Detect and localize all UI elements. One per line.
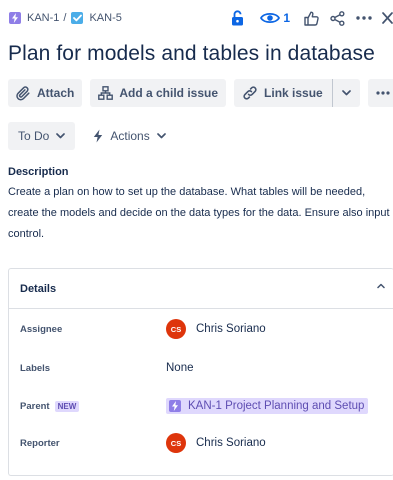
link-icon (243, 86, 257, 100)
link-issue-button[interactable]: Link issue (234, 79, 332, 107)
avatar: CS (166, 319, 186, 339)
add-child-issue-label: Add a child issue (119, 86, 219, 100)
labels-row: Labels None (20, 356, 194, 380)
status-label: To Do (18, 129, 50, 143)
actions-label: Actions (110, 129, 150, 143)
breadcrumb: KAN-1 / KAN-5 (9, 12, 122, 24)
actions-dropdown[interactable]: Actions (87, 122, 171, 150)
lock-icon[interactable] (231, 8, 244, 28)
assignee-name: Chris Soriano (196, 323, 266, 335)
labels-value[interactable]: None (166, 362, 194, 374)
description-heading: Description (8, 166, 69, 178)
watch-count: 1 (283, 11, 290, 25)
description-text[interactable]: Create a plan on how to set up the datab… (8, 182, 390, 245)
parent-label-group: Parent NEW (20, 400, 166, 412)
issue-title[interactable]: Plan for models and tables in database (8, 42, 375, 66)
attach-label: Attach (37, 86, 75, 100)
reporter-label: Reporter (20, 437, 60, 449)
thumbs-up-icon[interactable] (304, 8, 319, 28)
epic-icon (169, 400, 181, 412)
chevron-down-icon (156, 133, 166, 139)
assignee-value[interactable]: CS Chris Soriano (166, 319, 266, 339)
details-heading: Details (20, 282, 57, 295)
add-child-issue-button[interactable]: Add a child issue (90, 79, 227, 107)
issue-header-bar: KAN-1 / KAN-5 1 (9, 8, 393, 28)
parent-label: Parent (20, 400, 50, 412)
paperclip-icon (16, 85, 30, 100)
parent-value[interactable]: KAN-1 Project Planning and Setup (156, 398, 369, 414)
lightning-icon (94, 129, 103, 143)
more-icon[interactable] (356, 8, 372, 28)
more-icon (376, 91, 390, 95)
chevron-up-icon[interactable] (377, 283, 385, 289)
eye-icon (260, 12, 281, 24)
breadcrumb-issue-key[interactable]: KAN-5 (89, 12, 121, 24)
new-badge: NEW (54, 400, 80, 412)
parent-chip[interactable]: KAN-1 Project Planning and Setup (166, 398, 369, 414)
link-issue-split-button: Link issue (234, 79, 360, 107)
breadcrumb-separator: / (63, 12, 67, 24)
details-panel: Details Assignee CS Chris Soriano Labels… (8, 268, 393, 476)
reporter-name: Chris Soriano (196, 437, 266, 449)
more-actions-button[interactable] (367, 79, 393, 107)
epic-icon (9, 12, 21, 24)
status-row: To Do Actions (8, 122, 172, 150)
reporter-value[interactable]: CS Chris Soriano (166, 433, 266, 453)
assignee-row: Assignee CS Chris Soriano (20, 317, 266, 341)
reporter-row: Reporter CS Chris Soriano (20, 431, 266, 455)
link-issue-label: Link issue (264, 86, 323, 100)
status-dropdown[interactable]: To Do (8, 122, 76, 150)
issue-toolbar: Attach Add a child issue Link issue (8, 79, 393, 107)
assignee-label: Assignee (20, 323, 63, 335)
parent-issue-text: KAN-1 Project Planning and Setup (188, 400, 365, 412)
watch-button[interactable]: 1 (260, 8, 290, 28)
breadcrumb-parent-key[interactable]: KAN-1 (27, 12, 59, 24)
labels-label: Labels (20, 362, 51, 374)
issue-top-actions: 1 (231, 8, 393, 28)
share-icon[interactable] (330, 8, 345, 28)
close-icon[interactable] (382, 8, 393, 28)
chevron-down-icon (341, 90, 351, 96)
link-issue-dropdown-button[interactable] (331, 79, 360, 107)
hierarchy-icon (98, 86, 114, 100)
details-header[interactable]: Details (9, 269, 393, 309)
task-icon (71, 12, 84, 24)
avatar: CS (166, 433, 186, 453)
chevron-down-icon (56, 133, 66, 139)
attach-button[interactable]: Attach (8, 79, 83, 107)
parent-row: Parent NEW KAN-1 Project Planning and Se… (20, 394, 369, 418)
